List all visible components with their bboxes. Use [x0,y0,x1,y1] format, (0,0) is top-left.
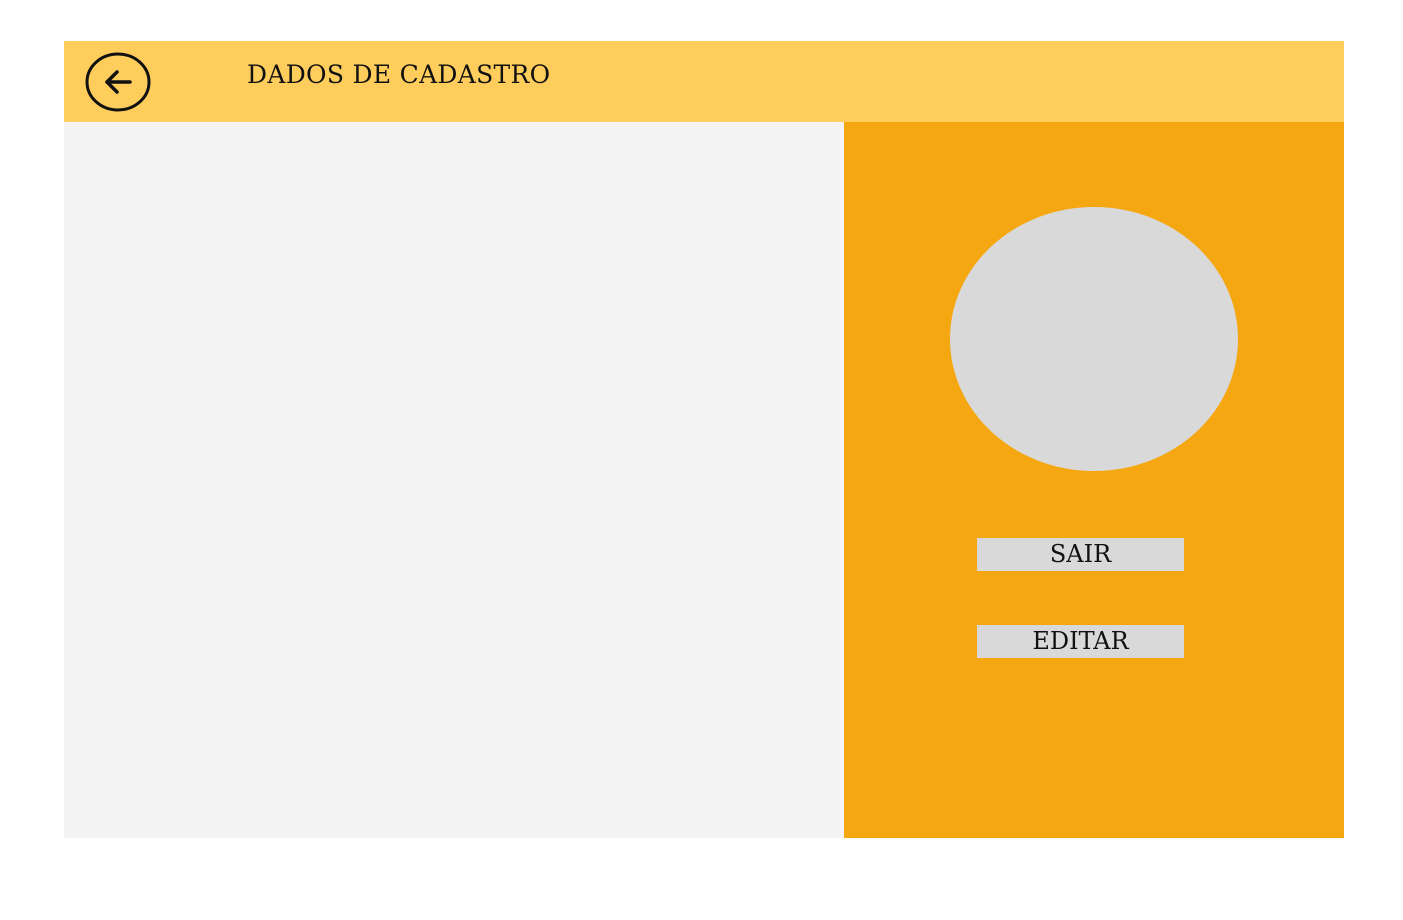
page-title: DADOS DE CADASTRO [247,60,551,89]
app-frame: DADOS DE CADASTRO SAIR EDITAR [64,41,1344,838]
back-button[interactable] [85,52,151,112]
header-bar: DADOS DE CADASTRO [64,41,1344,122]
sair-button[interactable]: SAIR [977,538,1184,571]
arrow-left-circle-icon [85,52,151,112]
avatar [950,207,1238,471]
content-panel [64,122,844,838]
profile-side-panel: SAIR EDITAR [844,122,1344,838]
editar-button[interactable]: EDITAR [977,625,1184,658]
